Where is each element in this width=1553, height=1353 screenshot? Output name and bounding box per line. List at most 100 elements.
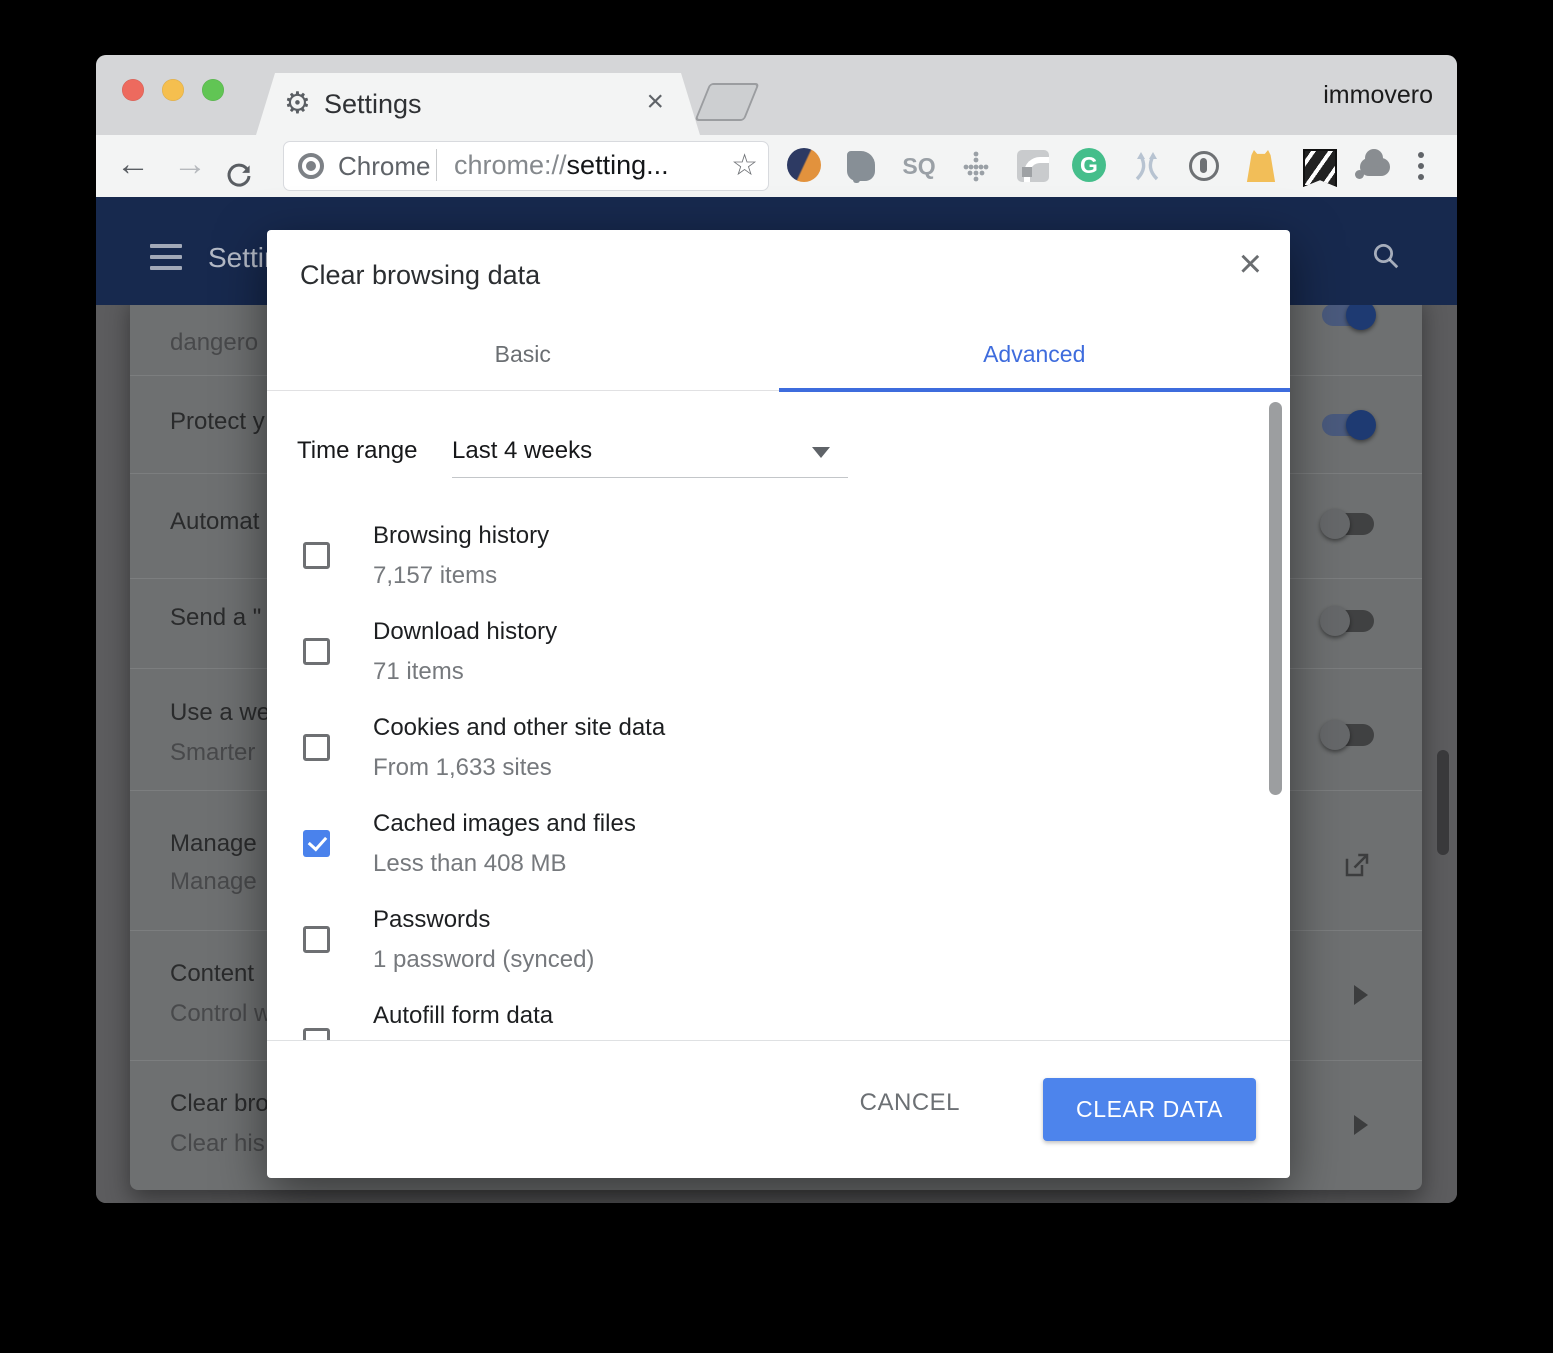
item-sublabel: Less than 408 MB [373,850,566,878]
url-scheme: chrome:// [454,150,567,180]
chevron-right-icon[interactable] [1354,1115,1368,1135]
hamburger-menu-icon[interactable] [150,244,182,270]
tab-close-icon[interactable]: × [646,85,664,119]
grammarly-g-glyph: G [1072,148,1106,182]
dialog-title: Clear browsing data [300,260,540,291]
toggle-on[interactable] [1322,414,1374,436]
row-text: Automat [170,508,259,536]
grammarly-extension-icon[interactable]: G [1072,148,1108,184]
checkbox-download-history[interactable] [303,638,330,665]
item-sublabel: 1 password (synced) [373,946,594,974]
checkbox-cached-images[interactable] [303,830,330,857]
back-button[interactable]: ← [111,135,155,197]
time-range-value: Last 4 weeks [452,437,592,465]
row-text: Protect y [170,408,265,436]
fullscreen-window-button[interactable] [202,79,224,101]
clear-data-button[interactable]: CLEAR DATA [1043,1078,1256,1141]
item-label: Cookies and other site data [373,714,665,742]
url-text[interactable]: chrome://setting... [454,150,669,181]
item-sublabel: From 1,633 sites [373,754,552,782]
evernote-extension-icon[interactable] [844,148,880,184]
cancel-button[interactable]: CANCEL [860,1089,960,1117]
browser-window: ⚙ Settings × immovero ← → Chrome chrome:… [96,55,1457,1203]
banner-extension-icon[interactable] [1300,148,1336,184]
chevron-right-icon[interactable] [1354,985,1368,1005]
dotted-arrow-extension-icon[interactable] [958,148,994,184]
reload-icon [224,161,254,191]
bookmark-star-icon[interactable]: ☆ [731,148,758,183]
url-path: setting... [567,150,669,180]
keyhole-glyph [1189,151,1219,181]
dialog-footer: CANCEL CLEAR DATA [267,1040,1290,1178]
window-scrollbar[interactable] [1437,750,1449,855]
sq-extension-icon[interactable]: SQ [901,148,937,184]
item-autofill: Autofill form data [267,1002,1290,1040]
split-arrows-glyph [1129,148,1165,184]
item-cached-images: Cached images and files Less than 408 MB [267,810,1290,906]
row-text: dangero [170,329,258,357]
swirl-glyph [787,148,821,182]
row-text: Use a we [170,699,270,727]
url-separator [436,149,437,181]
item-browsing-history: Browsing history 7,157 items [267,522,1290,618]
row-text: Smarter [170,739,255,767]
dotted-arrow-glyph [958,148,994,184]
clear-browsing-data-dialog: Clear browsing data × Basic Advanced Tim… [267,230,1290,1177]
url-bar[interactable]: Chrome chrome://setting... ☆ [283,141,769,191]
item-cookies: Cookies and other site data From 1,633 s… [267,714,1290,810]
tab-strip: ⚙ Settings × immovero [96,55,1457,135]
item-sublabel: 71 items [373,658,464,686]
cloud-glyph [1360,158,1390,176]
forward-button[interactable]: → [168,135,212,197]
tab-basic[interactable]: Basic [267,325,779,390]
item-label: Autofill form data [373,1002,553,1030]
checkbox-cookies[interactable] [303,734,330,761]
search-icon[interactable] [1371,241,1401,271]
checkbox-passwords[interactable] [303,926,330,953]
banner-glyph [1303,149,1337,187]
selected-tab-underline [779,388,1291,392]
browser-toolbar: ← → Chrome chrome://setting... ☆ SQ [96,135,1457,197]
cloud-extension-icon[interactable] [1357,148,1393,184]
external-link-icon[interactable] [1342,850,1372,880]
gray-swoosh-extension-icon[interactable] [1015,148,1051,184]
close-window-button[interactable] [122,79,144,101]
honey-extension-icon[interactable] [1243,148,1279,184]
minimize-window-button[interactable] [162,79,184,101]
row-text: Clear his [170,1130,265,1158]
reload-button[interactable] [224,151,254,181]
tab-settings[interactable]: ⚙ Settings × [256,73,700,135]
toggle-off[interactable] [1322,724,1374,746]
row-text: Content [170,960,254,988]
split-arrows-extension-icon[interactable] [1129,148,1165,184]
swirl-extension-icon[interactable] [787,148,823,184]
profile-name: immovero [1323,81,1433,110]
sq-glyph: SQ [901,148,937,184]
dropdown-caret-icon [812,447,830,458]
row-text: Manage [170,868,257,896]
item-passwords: Passwords 1 password (synced) [267,906,1290,1002]
item-label: Passwords [373,906,490,934]
dialog-scrollbar[interactable] [1269,402,1282,795]
tab-title: Settings [324,89,422,120]
time-range-dropdown[interactable]: Last 4 weeks [452,425,848,478]
toggle-off[interactable] [1322,610,1374,632]
checkbox-browsing-history[interactable] [303,542,330,569]
item-download-history: Download history 71 items [267,618,1290,714]
item-sublabel: 7,157 items [373,562,497,590]
tab-advanced[interactable]: Advanced [779,325,1291,390]
time-range-label: Time range [297,437,418,465]
item-label: Browsing history [373,522,549,550]
toggle-on[interactable] [1322,304,1374,326]
settings-gear-favicon: ⚙ [284,87,311,121]
dialog-close-icon[interactable]: × [1239,244,1262,284]
toggle-off[interactable] [1322,513,1374,535]
browser-menu-button[interactable] [1407,148,1435,184]
chrome-logo-icon [298,153,324,179]
new-tab-button[interactable] [694,83,759,121]
swoosh-glyph [1017,150,1049,182]
dialog-tabs: Basic Advanced [267,325,1290,391]
elephant-glyph [847,151,875,181]
onepassword-extension-icon[interactable] [1186,148,1222,184]
item-label: Download history [373,618,557,646]
